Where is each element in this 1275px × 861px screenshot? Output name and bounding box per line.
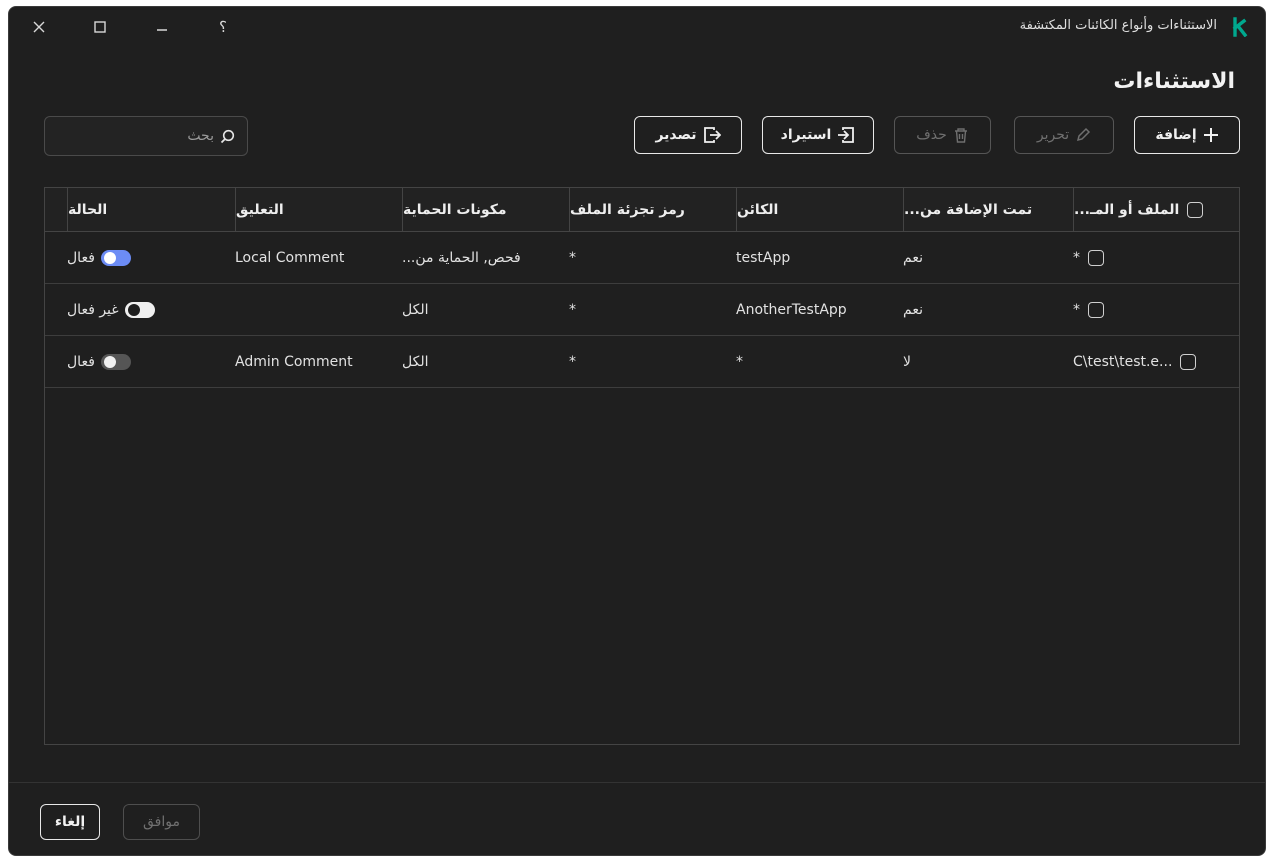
- minimize-icon[interactable]: [146, 13, 178, 41]
- exclusions-table: الملف أو المـ... تمت الإضافة من... الكائ…: [44, 187, 1240, 745]
- delete-button[interactable]: حذف: [894, 116, 991, 154]
- row-added-from: نعم: [903, 301, 923, 318]
- table-row[interactable]: * نعم testApp * فحص, الحماية من... Local…: [45, 232, 1239, 284]
- exclusions-window: ؟ الاستثناءات وأنواع الكائنات المكتشفة ا…: [8, 6, 1266, 856]
- row-state-cell: غير فعال: [67, 284, 235, 335]
- column-header-comment[interactable]: التعليق: [235, 188, 402, 231]
- row-file: C\test\test.e...: [1073, 353, 1173, 370]
- pencil-icon: [1077, 127, 1091, 142]
- row-hash: *: [569, 301, 576, 318]
- row-comment: Admin Comment: [235, 353, 353, 370]
- row-checkbox[interactable]: [1088, 301, 1104, 318]
- row-file: *: [1073, 249, 1080, 266]
- row-file-cell: *: [1073, 232, 1239, 283]
- import-icon: [838, 127, 855, 143]
- dialog-footer: موافق إلغاء: [9, 782, 1265, 855]
- row-state: فعال: [67, 353, 95, 370]
- edit-button-label: تحرير: [1036, 127, 1070, 143]
- export-button-label: تصدير: [655, 127, 697, 143]
- column-header-state-label: الحالة: [68, 201, 108, 218]
- maximize-icon[interactable]: [84, 13, 116, 41]
- kaspersky-logo-icon: [1232, 17, 1248, 37]
- close-icon[interactable]: [23, 13, 55, 41]
- row-components: الكل: [402, 301, 429, 318]
- column-header-file[interactable]: الملف أو المـ...: [1073, 188, 1239, 231]
- ok-button[interactable]: موافق: [123, 804, 200, 840]
- page-title: الاستثناءات: [1113, 69, 1235, 94]
- row-checkbox[interactable]: [1180, 353, 1197, 370]
- state-toggle[interactable]: [124, 301, 155, 318]
- plus-icon: [1203, 128, 1218, 142]
- row-file-cell: C\test\test.e...: [1073, 336, 1239, 387]
- row-file-cell: *: [1073, 284, 1239, 335]
- search-icon: [220, 129, 235, 143]
- row-hash: *: [569, 249, 576, 266]
- row-object: AnotherTestApp: [736, 301, 847, 318]
- delete-button-label: حذف: [916, 127, 947, 143]
- help-glyph: ؟: [219, 18, 227, 36]
- row-object: testApp: [736, 249, 791, 266]
- trash-icon: [954, 128, 967, 143]
- column-header-object[interactable]: الكائن: [736, 188, 903, 231]
- row-state: غير فعال: [67, 301, 119, 318]
- help-icon[interactable]: ؟: [207, 13, 239, 41]
- import-button[interactable]: استيراد: [762, 116, 874, 154]
- row-state-cell: فعال: [67, 232, 235, 283]
- cancel-button-label: إلغاء: [54, 814, 86, 830]
- column-header-state[interactable]: الحالة: [67, 188, 235, 231]
- row-added-from: لا: [903, 353, 911, 370]
- row-comment: Local Comment: [235, 249, 345, 266]
- add-button-label: إضافة: [1155, 127, 1197, 143]
- window-title: الاستثناءات وأنواع الكائنات المكتشفة: [1019, 18, 1217, 33]
- row-comment: [235, 284, 402, 335]
- row-state: فعال: [67, 249, 95, 266]
- table-row[interactable]: * نعم AnotherTestApp * الكل غير فعال: [45, 284, 1239, 336]
- column-header-components-label: مكونات الحماية: [403, 201, 507, 218]
- ok-button-label: موافق: [143, 814, 180, 830]
- table-header: الملف أو المـ... تمت الإضافة من... الكائ…: [45, 188, 1239, 232]
- column-header-object-label: الكائن: [737, 201, 779, 218]
- search-input[interactable]: بحث: [44, 116, 248, 156]
- edit-button[interactable]: تحرير: [1014, 116, 1114, 154]
- column-header-file-label: الملف أو المـ...: [1074, 201, 1180, 218]
- cancel-button[interactable]: إلغاء: [40, 804, 100, 840]
- row-added-from: نعم: [903, 249, 923, 266]
- export-button[interactable]: تصدير: [634, 116, 742, 154]
- row-file: *: [1073, 301, 1080, 318]
- add-button[interactable]: إضافة: [1134, 116, 1240, 154]
- select-all-checkbox[interactable]: [1187, 201, 1204, 218]
- import-button-label: استيراد: [780, 127, 832, 143]
- row-components: فحص, الحماية من...: [402, 249, 521, 266]
- state-toggle[interactable]: [100, 353, 131, 370]
- column-header-added-from-label: تمت الإضافة من...: [904, 201, 1033, 218]
- state-toggle[interactable]: [100, 249, 131, 266]
- export-icon: [703, 127, 721, 143]
- column-header-hash-label: رمز تجزئة الملف: [570, 201, 685, 218]
- column-header-hash[interactable]: رمز تجزئة الملف: [569, 188, 736, 231]
- column-header-spacer: [45, 188, 67, 231]
- row-state-cell: فعال: [67, 336, 235, 387]
- row-hash: *: [569, 353, 576, 370]
- row-components: الكل: [402, 353, 429, 370]
- row-checkbox[interactable]: [1088, 249, 1104, 266]
- row-object: *: [736, 353, 743, 370]
- column-header-comment-label: التعليق: [236, 201, 284, 218]
- column-header-added-from[interactable]: تمت الإضافة من...: [903, 188, 1073, 231]
- column-header-components[interactable]: مكونات الحماية: [402, 188, 569, 231]
- search-placeholder: بحث: [187, 128, 214, 144]
- title-bar: ؟ الاستثناءات وأنواع الكائنات المكتشفة: [9, 7, 1265, 47]
- table-row[interactable]: C\test\test.e... لا * * الكل Admin Comme…: [45, 336, 1239, 388]
